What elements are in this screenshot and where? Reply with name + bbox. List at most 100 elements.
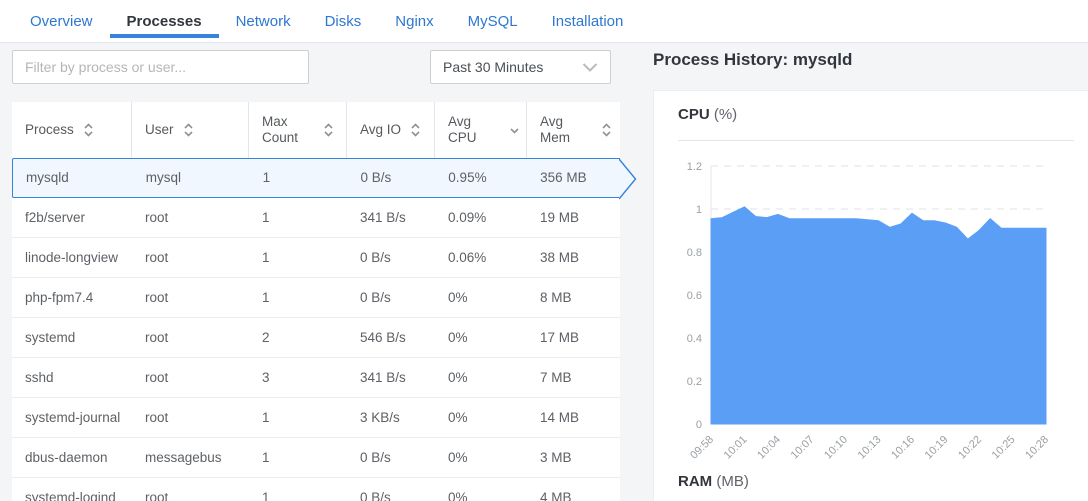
- svg-text:09:58: 09:58: [688, 434, 716, 462]
- tab-label: MySQL: [468, 13, 518, 30]
- svg-text:0: 0: [696, 419, 702, 431]
- selected-row-arrow-icon: [619, 158, 637, 200]
- tab-label: Disks: [325, 13, 362, 30]
- cell-avg_io: 341 B/s: [347, 198, 435, 237]
- cell-user: root: [132, 318, 249, 357]
- cell-avg_io: 341 B/s: [347, 358, 435, 397]
- column-header-avg_cpu[interactable]: Avg CPU: [435, 102, 527, 158]
- cell-max_count: 1: [249, 278, 347, 317]
- cell-user: root: [132, 238, 249, 277]
- svg-text:10:28: 10:28: [1023, 434, 1051, 462]
- column-header-avg_mem[interactable]: Avg Mem: [527, 102, 620, 158]
- cell-process: systemd: [12, 318, 132, 357]
- process-row-dbus-daemon[interactable]: dbus-daemonmessagebus10 B/s0%3 MB: [12, 438, 620, 478]
- cell-avg_cpu: 0%: [435, 438, 527, 477]
- tab-installation[interactable]: Installation: [535, 0, 641, 42]
- cell-avg_io: 0 B/s: [347, 278, 435, 317]
- svg-text:0.6: 0.6: [687, 290, 702, 302]
- cell-avg_cpu: 0%: [435, 478, 527, 501]
- process-row-systemd-journal[interactable]: systemd-journalroot13 KB/s0%14 MB: [12, 398, 620, 438]
- cell-process: f2b/server: [12, 198, 132, 237]
- cell-avg_io: 3 KB/s: [347, 398, 435, 437]
- sort-desc-icon: [509, 122, 520, 138]
- process-row-php-fpm7.4[interactable]: php-fpm7.4root10 B/s0%8 MB: [12, 278, 620, 318]
- cell-user: root: [132, 278, 249, 317]
- tab-network[interactable]: Network: [219, 0, 308, 42]
- cell-avg_cpu: 0%: [435, 318, 527, 357]
- cell-max_count: 2: [249, 318, 347, 357]
- cpu-unit: (%): [714, 106, 737, 123]
- column-header-max_count[interactable]: Max Count: [249, 102, 347, 158]
- cell-max_count: 1: [249, 478, 347, 501]
- process-row-f2b/server[interactable]: f2b/serverroot1341 B/s0.09%19 MB: [12, 198, 620, 238]
- cell-user: root: [132, 358, 249, 397]
- cell-avg_mem: 17 MB: [527, 318, 620, 357]
- tab-label: Network: [236, 13, 291, 30]
- svg-text:10:25: 10:25: [990, 434, 1018, 462]
- tab-label: Processes: [127, 13, 202, 30]
- svg-text:10:01: 10:01: [722, 434, 750, 462]
- cell-avg_mem: 356 MB: [527, 159, 620, 197]
- cell-max_count: 1: [250, 159, 348, 197]
- cell-avg_mem: 14 MB: [527, 398, 620, 437]
- section-divider: [678, 140, 1074, 141]
- cell-avg_mem: 3 MB: [527, 438, 620, 477]
- process-row-sshd[interactable]: sshdroot3341 B/s0%7 MB: [12, 358, 620, 398]
- cell-avg_mem: 4 MB: [527, 478, 620, 501]
- cell-avg_cpu: 0%: [435, 358, 527, 397]
- process-row-linode-longview[interactable]: linode-longviewroot10 B/s0.06%38 MB: [12, 238, 620, 278]
- cell-avg_mem: 19 MB: [527, 198, 620, 237]
- cell-user: root: [132, 478, 249, 501]
- process-row-systemd[interactable]: systemdroot2546 B/s0%17 MB: [12, 318, 620, 358]
- time-range-select[interactable]: Past 30 Minutes: [430, 50, 611, 84]
- filter-input[interactable]: [12, 50, 309, 84]
- cell-avg_mem: 8 MB: [527, 278, 620, 317]
- svg-text:10:13: 10:13: [856, 434, 884, 462]
- cell-process: systemd-logind: [12, 478, 132, 501]
- svg-text:0.8: 0.8: [687, 247, 702, 259]
- cell-avg_cpu: 0.95%: [435, 159, 527, 197]
- tab-disks[interactable]: Disks: [308, 0, 379, 42]
- cell-avg_io: 0 B/s: [347, 478, 435, 501]
- cpu-label: CPU: [678, 106, 710, 123]
- tab-overview[interactable]: Overview: [13, 0, 110, 42]
- cell-process: systemd-journal: [12, 398, 132, 437]
- tab-processes[interactable]: Processes: [110, 0, 219, 42]
- column-label: Max Count: [262, 114, 314, 146]
- panel-title: Process History: mysqld: [653, 50, 852, 70]
- column-label: Avg CPU: [448, 114, 500, 146]
- column-header-process[interactable]: Process: [12, 102, 132, 158]
- cell-avg_io: 0 B/s: [347, 438, 435, 477]
- column-label: User: [145, 122, 174, 138]
- svg-text:10:07: 10:07: [789, 434, 817, 462]
- tab-nginx[interactable]: Nginx: [378, 0, 450, 42]
- cell-process: mysqld: [13, 159, 133, 197]
- cpu-chart: 00.20.40.60.811.209:5810:0110:0410:0710:…: [661, 154, 1081, 484]
- column-header-avg_io[interactable]: Avg IO: [347, 102, 435, 158]
- cell-user: root: [132, 198, 249, 237]
- chevron-down-icon: [582, 63, 598, 72]
- column-header-user[interactable]: User: [132, 102, 249, 158]
- tab-bar: Overview Processes Network Disks Nginx MySQL I…: [0, 0, 1088, 43]
- svg-text:10:22: 10:22: [956, 434, 984, 462]
- cell-avg_io: 0 B/s: [347, 159, 435, 197]
- cell-process: sshd: [12, 358, 132, 397]
- process-row-systemd-logind[interactable]: systemd-logindroot10 B/s0%4 MB: [12, 478, 620, 501]
- cell-avg_cpu: 0.06%: [435, 238, 527, 277]
- tab-label: Overview: [30, 13, 93, 30]
- table-header: Process User Max Count Avg IO Avg CPU Avg Mem: [12, 102, 620, 158]
- cell-avg_cpu: 0.09%: [435, 198, 527, 237]
- sort-icon: [410, 122, 421, 138]
- column-label: Process: [25, 122, 74, 138]
- cell-max_count: 1: [249, 398, 347, 437]
- tabs: Overview Processes Network Disks Nginx MySQL I…: [0, 0, 1088, 42]
- tab-label: Nginx: [395, 13, 433, 30]
- sort-icon: [183, 122, 194, 138]
- column-label: Avg Mem: [540, 114, 592, 146]
- process-row-mysqld[interactable]: mysqldmysql10 B/s0.95%356 MB: [12, 158, 620, 198]
- tab-mysql[interactable]: MySQL: [451, 0, 535, 42]
- sort-icon: [601, 122, 612, 138]
- column-label: Avg IO: [360, 122, 401, 138]
- cell-avg_mem: 7 MB: [527, 358, 620, 397]
- svg-text:10:16: 10:16: [889, 434, 917, 462]
